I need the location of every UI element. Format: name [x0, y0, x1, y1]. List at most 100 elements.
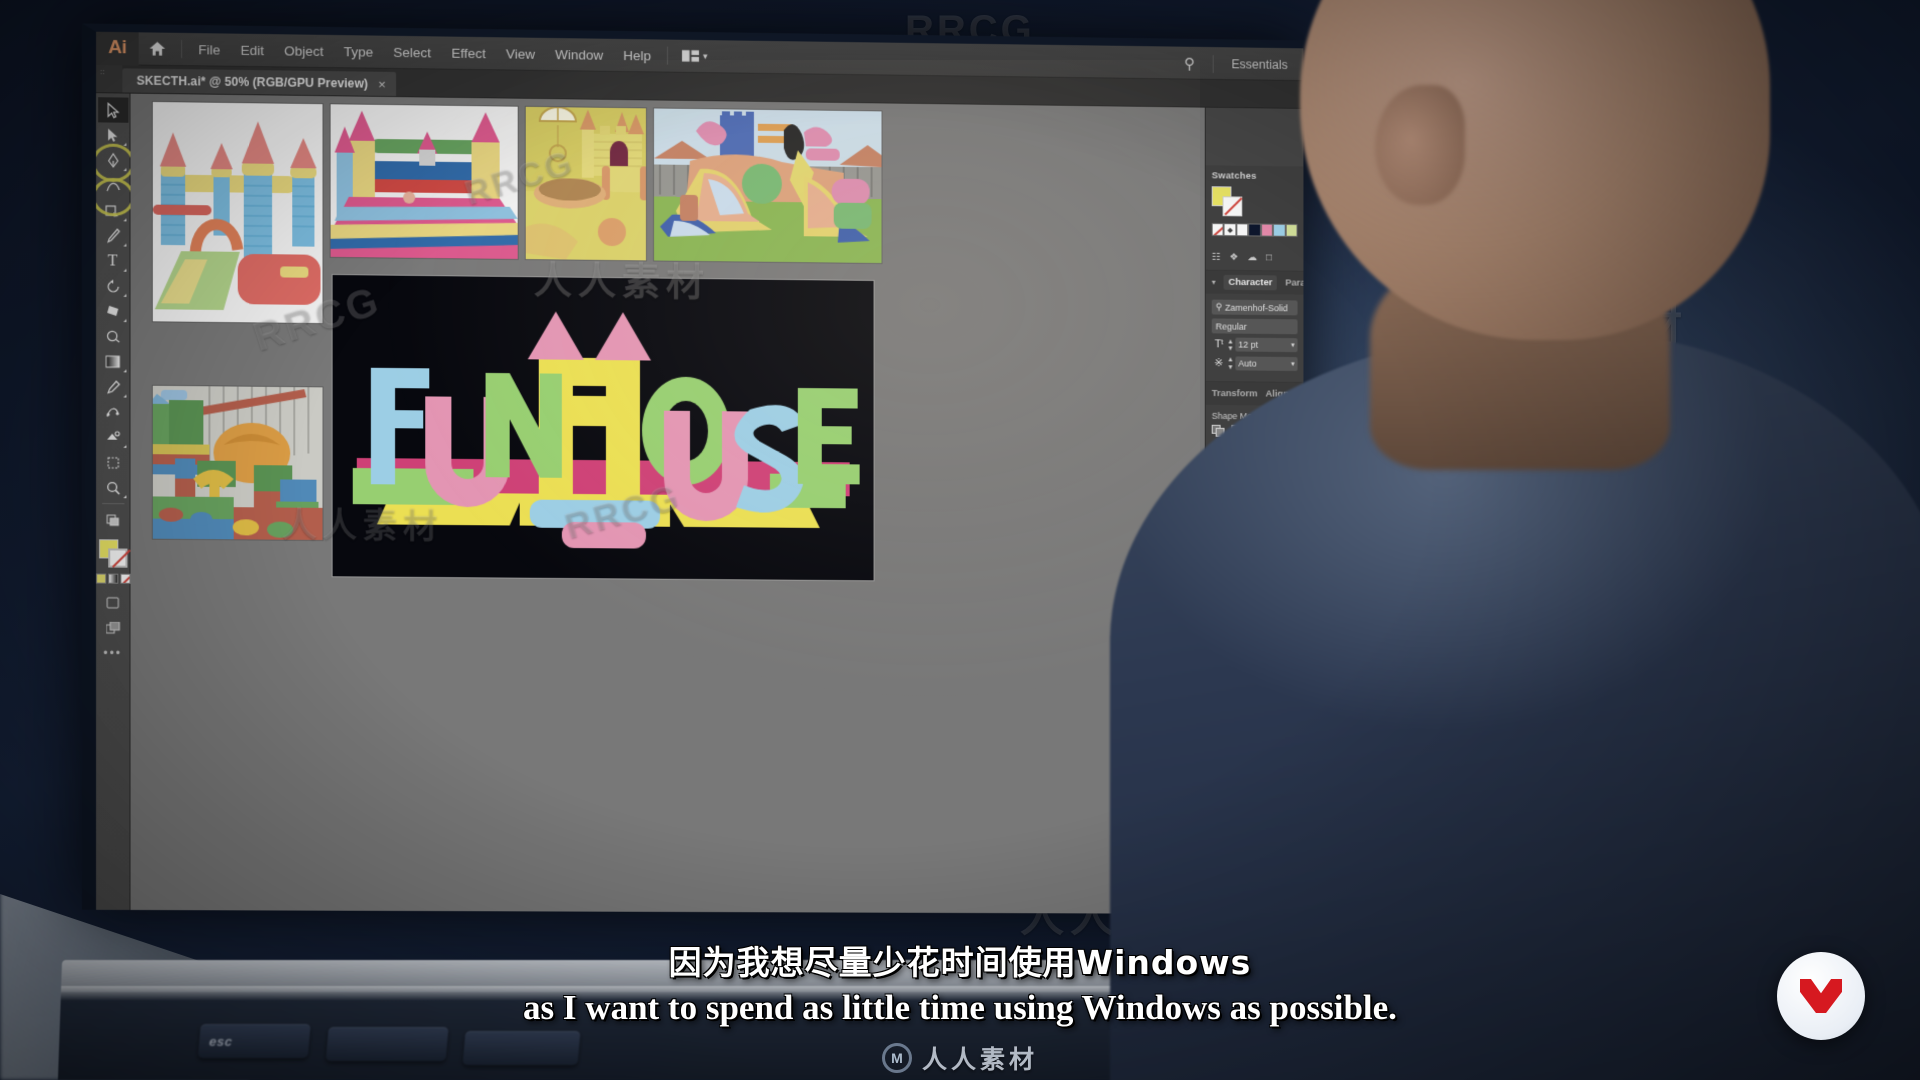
- panel-menu-icon[interactable]: ▾: [1212, 278, 1216, 287]
- workspace-switcher[interactable]: Essentials: [1231, 57, 1287, 72]
- funhouse-logo-artwork[interactable]: [332, 275, 874, 581]
- shape-modes-row[interactable]: [1211, 424, 1298, 439]
- font-size-field[interactable]: 12 pt ▾: [1235, 337, 1298, 353]
- right-dock[interactable]: Swatches ◆ ☷ ❖ ☁ □ ▾ Character Paragraph…: [1204, 107, 1304, 915]
- libraries-icon[interactable]: ☁: [1247, 252, 1257, 263]
- color-mode-none[interactable]: [119, 573, 131, 584]
- tab-pathfinder[interactable]: Pathfinder: [1296, 386, 1304, 403]
- new-swatch-icon[interactable]: □: [1266, 252, 1272, 263]
- tools-overflow-icon[interactable]: •••: [98, 640, 128, 665]
- pathfinder-crop[interactable]: [1270, 455, 1285, 469]
- menu-help[interactable]: Help: [613, 43, 661, 67]
- artboard-funhouse[interactable]: [332, 275, 874, 581]
- character-panel[interactable]: ▾ Character Paragraph ⚲ Zamenhof-Solid R…: [1205, 270, 1304, 383]
- swatches-panel[interactable]: Swatches ◆ ☷ ❖ ☁ □: [1205, 165, 1304, 272]
- tab-transform[interactable]: Transform: [1212, 388, 1258, 399]
- paintbrush-tool[interactable]: [98, 223, 128, 249]
- curvature-tool[interactable]: [98, 173, 128, 199]
- menu-view[interactable]: View: [496, 42, 545, 66]
- home-icon[interactable]: [139, 40, 175, 57]
- direct-selection-tool[interactable]: [98, 122, 128, 148]
- symbol-sprayer-tool[interactable]: [98, 424, 128, 449]
- swatches-stroke-swatch[interactable]: [1222, 196, 1243, 217]
- shape-mode-intersect[interactable]: [1251, 424, 1265, 438]
- font-style-field[interactable]: Regular: [1211, 318, 1298, 335]
- swatch-white[interactable]: [1236, 223, 1249, 237]
- color-mode-gradient[interactable]: [107, 573, 118, 584]
- shape-mode-unite[interactable]: [1211, 424, 1226, 438]
- tools-panel[interactable]: T •••: [96, 93, 135, 910]
- edit-toolbar-icon[interactable]: [98, 507, 128, 532]
- shape-mode-minus-front[interactable]: [1231, 424, 1245, 438]
- swatches-grid[interactable]: ◆: [1211, 223, 1298, 237]
- canvas-scroll-region[interactable]: RRCG 人人素材 RRCG 人人素材 RRCG: [131, 94, 1205, 914]
- swatches-fill-stroke[interactable]: [1211, 186, 1246, 217]
- pathfinder-panel-tabs[interactable]: Transform Align Pathfinder: [1205, 381, 1304, 406]
- rectangle-tool[interactable]: [98, 198, 128, 224]
- menu-edit[interactable]: Edit: [230, 38, 274, 62]
- key-esc[interactable]: esc: [197, 1024, 311, 1058]
- reference-image-bouncy-castle-blue-brick[interactable]: [152, 101, 323, 324]
- leading-row[interactable]: ※ ▴ ▾ Auto ▾: [1212, 355, 1298, 371]
- selection-tool[interactable]: [97, 97, 128, 123]
- pathfinder-trim[interactable]: [1231, 455, 1245, 469]
- shape-builder-tool[interactable]: [98, 299, 128, 324]
- font-size-row[interactable]: Tᵗ ▴ ▾ 12 pt ▾: [1212, 337, 1298, 353]
- rotate-tool[interactable]: [98, 273, 128, 298]
- artboard-tool[interactable]: [98, 450, 128, 475]
- swatches-footer[interactable]: ☷ ❖ ☁ □: [1212, 252, 1298, 264]
- chevron-down-icon[interactable]: ▾: [1291, 341, 1294, 349]
- pathfinder-divide[interactable]: [1211, 455, 1226, 468]
- key-blank-2[interactable]: [462, 1031, 581, 1065]
- reference-image-bouncy-castle-steve-lawn[interactable]: [653, 108, 882, 264]
- arrange-documents-icon[interactable]: ▾: [674, 50, 716, 63]
- screen-mode-icon[interactable]: [98, 590, 128, 615]
- swatch-pale-green[interactable]: [1285, 223, 1298, 237]
- pathfinder-panel[interactable]: Transform Align Pathfinder Shape Modes: …: [1205, 381, 1304, 915]
- type-tool[interactable]: T: [98, 248, 128, 274]
- drawing-mode-icon[interactable]: [98, 615, 128, 640]
- gradient-tool[interactable]: [98, 349, 128, 374]
- tab-paragraph[interactable]: Paragraph: [1285, 278, 1303, 289]
- free-transform-tool[interactable]: [98, 324, 128, 349]
- stroke-swatch[interactable]: [107, 548, 127, 568]
- color-group-icon[interactable]: ❖: [1229, 252, 1238, 263]
- character-panel-tabs[interactable]: ▾ Character Paragraph: [1205, 270, 1304, 295]
- close-icon[interactable]: ×: [378, 76, 386, 91]
- menu-type[interactable]: Type: [334, 40, 384, 64]
- reference-image-soft-play-foam-blocks[interactable]: [152, 385, 323, 541]
- swatch-pink[interactable]: [1260, 223, 1273, 237]
- color-mode-color[interactable]: [96, 573, 106, 584]
- pathfinders-row[interactable]: [1211, 455, 1298, 469]
- menu-file[interactable]: File: [188, 38, 230, 62]
- menu-select[interactable]: Select: [383, 40, 441, 64]
- document-tab[interactable]: SKECTH.ai* @ 50% (RGB/GPU Preview) ×: [122, 68, 396, 97]
- reference-image-bouncy-castle-rainbow[interactable]: [330, 104, 518, 259]
- canvas-area[interactable]: RRCG 人人素材 RRCG 人人素材 RRCG: [130, 93, 1205, 914]
- pen-tool[interactable]: [98, 148, 128, 174]
- eyedropper-tool[interactable]: [98, 374, 128, 399]
- reference-image-bouncy-castle-3d-render[interactable]: [525, 106, 646, 261]
- menu-window[interactable]: Window: [545, 42, 613, 66]
- swatch-registration[interactable]: ◆: [1223, 223, 1237, 237]
- tab-align[interactable]: Align: [1265, 388, 1288, 399]
- swatch-navy[interactable]: [1248, 223, 1261, 237]
- key-blank-1[interactable]: [325, 1027, 449, 1061]
- fill-stroke-indicator[interactable]: [98, 538, 128, 568]
- menu-effect[interactable]: Effect: [441, 41, 496, 65]
- menu-object[interactable]: Object: [274, 39, 334, 63]
- zoom-tool[interactable]: [98, 475, 128, 500]
- color-mode-buttons[interactable]: [96, 573, 131, 584]
- font-family-field[interactable]: ⚲ Zamenhof-Solid: [1211, 299, 1298, 316]
- pathfinder-merge[interactable]: [1251, 455, 1265, 469]
- blend-tool[interactable]: [98, 399, 128, 424]
- leading-stepper[interactable]: ▴ ▾: [1228, 355, 1232, 371]
- tab-character[interactable]: Character: [1223, 274, 1278, 291]
- swatch-light-blue[interactable]: [1272, 223, 1286, 237]
- chevron-down-icon[interactable]: ▾: [1291, 360, 1294, 368]
- shape-mode-exclude[interactable]: [1270, 425, 1285, 438]
- leading-field[interactable]: Auto ▾: [1235, 356, 1298, 371]
- font-size-stepper[interactable]: ▴ ▾: [1228, 337, 1232, 353]
- swatch-none[interactable]: [1211, 223, 1224, 237]
- swatch-libraries-icon[interactable]: ☷: [1212, 252, 1221, 263]
